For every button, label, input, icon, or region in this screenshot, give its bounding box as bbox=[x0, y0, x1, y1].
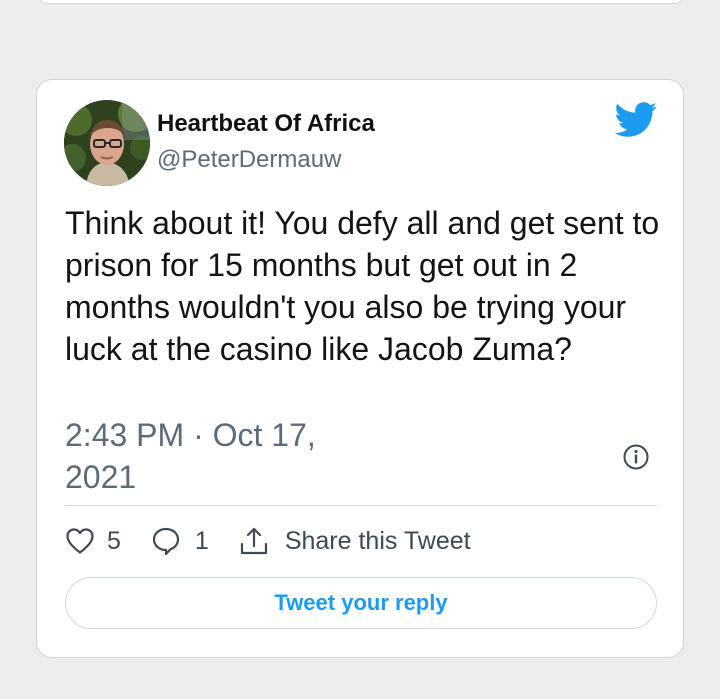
author-handle[interactable]: @PeterDermauw bbox=[157, 146, 341, 174]
heart-icon bbox=[66, 528, 94, 554]
tweet-card: Heartbeat Of Africa @PeterDermauw Think … bbox=[36, 79, 684, 658]
reply-count: 1 bbox=[194, 526, 209, 555]
divider bbox=[65, 505, 657, 506]
like-count: 5 bbox=[107, 526, 121, 555]
like-button[interactable]: 5 bbox=[65, 527, 121, 556]
twitter-bird-icon[interactable] bbox=[614, 102, 658, 138]
share-label: Share this Tweet bbox=[284, 526, 471, 555]
previous-card-edge bbox=[36, 0, 686, 4]
author-display-name[interactable]: Heartbeat Of Africa bbox=[157, 110, 375, 138]
tweet-timestamp[interactable]: 2:43 PM · Oct 17, 2021 bbox=[65, 414, 355, 498]
speech-bubble-icon bbox=[152, 527, 180, 556]
tweet-text: Think about it! You defy all and get sen… bbox=[65, 205, 660, 367]
reply-action-button[interactable]: 1 bbox=[151, 526, 209, 556]
author-avatar[interactable] bbox=[64, 100, 150, 186]
share-button[interactable]: Share this Tweet bbox=[239, 526, 471, 556]
info-icon[interactable] bbox=[623, 444, 649, 470]
share-icon bbox=[240, 527, 267, 555]
tweet-actions: 5 1 Share this Tweet bbox=[65, 520, 471, 562]
tweet-your-reply-button[interactable]: Tweet your reply bbox=[65, 577, 657, 629]
